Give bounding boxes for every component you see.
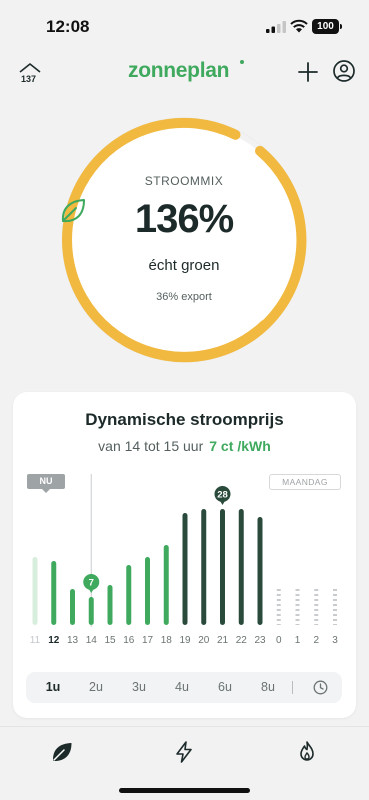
price-bar[interactable] [32, 557, 38, 625]
price-bar[interactable] [163, 545, 169, 625]
svg-text:28: 28 [217, 490, 228, 501]
tab-leaf-icon[interactable] [50, 740, 74, 764]
price-bar[interactable] [70, 589, 75, 625]
range-tab-8u[interactable]: 8u [253, 672, 283, 703]
tab-lightning-icon[interactable] [172, 740, 196, 764]
stroommix-gauge[interactable]: STROOMMIX 136% écht groen 36% export [59, 115, 309, 365]
price-bar[interactable] [145, 557, 150, 625]
battery-icon: 100 [312, 19, 339, 34]
x-tick-label: 21 [217, 635, 229, 646]
x-tick-label: 0 [276, 635, 282, 646]
stroommix-label: STROOMMIX [144, 174, 224, 188]
app-header: 137 zonneplan [0, 48, 369, 96]
tab-flame-icon[interactable] [295, 740, 319, 764]
profile-button[interactable] [332, 59, 356, 83]
x-tick-label: 17 [142, 635, 154, 646]
wifi-icon [290, 19, 308, 33]
range-tab-3u[interactable]: 3u [124, 672, 154, 703]
price-bar[interactable] [257, 517, 263, 625]
range-tab-2u[interactable]: 2u [81, 672, 111, 703]
price-bar[interactable] [126, 565, 132, 625]
day-badge: MAANDAG [269, 474, 341, 490]
leaf-icon [61, 199, 85, 223]
stroommix-value-row: 136% [59, 197, 309, 247]
x-tick-label: 2 [313, 635, 319, 646]
now-badge: NU [27, 474, 65, 489]
status-time: 12:08 [46, 17, 90, 36]
price-card: Dynamische stroomprijs van 14 tot 15 uur… [13, 392, 356, 718]
range-tab-1u[interactable]: 1u [38, 672, 68, 703]
x-tick-label: 14 [86, 635, 98, 646]
battery-tip [340, 24, 342, 29]
price-chart[interactable]: 11 12 13 14 15 16 17 18 19 20 21 22 23 0 1 2 3728 [13, 392, 356, 718]
price-bar[interactable] [51, 561, 57, 625]
x-tick-label: 15 [104, 635, 116, 646]
home-button[interactable]: 137 [16, 60, 44, 88]
x-tick-label: 16 [123, 635, 135, 646]
app-logo: zonneplan [128, 59, 230, 82]
price-bar[interactable] [88, 597, 94, 625]
range-tab-6u[interactable]: 6u [210, 672, 240, 703]
price-bar[interactable] [182, 513, 188, 625]
x-tick-label: 23 [254, 635, 266, 646]
home-indicator [119, 788, 250, 793]
home-count: 137 [21, 74, 37, 84]
x-tick-label: 13 [67, 635, 79, 646]
stroommix-export: 36% export [156, 291, 212, 303]
x-tick-label: 20 [198, 635, 210, 646]
cellular-signal-icon [266, 21, 286, 33]
add-button[interactable] [296, 60, 320, 84]
x-tick-label: 19 [179, 635, 191, 646]
clock-icon[interactable] [313, 680, 328, 695]
price-bar[interactable] [238, 509, 244, 625]
range-selector: 1u 2u 3u 4u 6u 8u [26, 672, 342, 703]
logo-dot [240, 60, 244, 64]
price-bar[interactable] [220, 509, 225, 625]
x-tick-label: 1 [295, 635, 301, 646]
tab-bar-divider [0, 726, 369, 727]
stroommix-subtitle: écht groen [148, 257, 220, 274]
x-tick-label: 18 [161, 635, 173, 646]
now-badge-pointer [42, 489, 50, 493]
x-tick-label: 11 [30, 635, 41, 646]
price-bar[interactable] [201, 509, 207, 625]
current-price-marker: 7 [83, 574, 100, 593]
stroommix-percentage: 136% [134, 197, 234, 241]
x-tick-label: 12 [48, 635, 60, 646]
status-bar: 12:08 100 [0, 0, 369, 48]
range-tab-4u[interactable]: 4u [167, 672, 197, 703]
svg-text:7: 7 [89, 578, 94, 589]
x-tick-label: 22 [236, 635, 248, 646]
price-bar[interactable] [107, 585, 113, 625]
peak-price-marker: 28 [214, 486, 231, 505]
range-divider [292, 681, 293, 694]
x-tick-label: 3 [332, 635, 338, 646]
